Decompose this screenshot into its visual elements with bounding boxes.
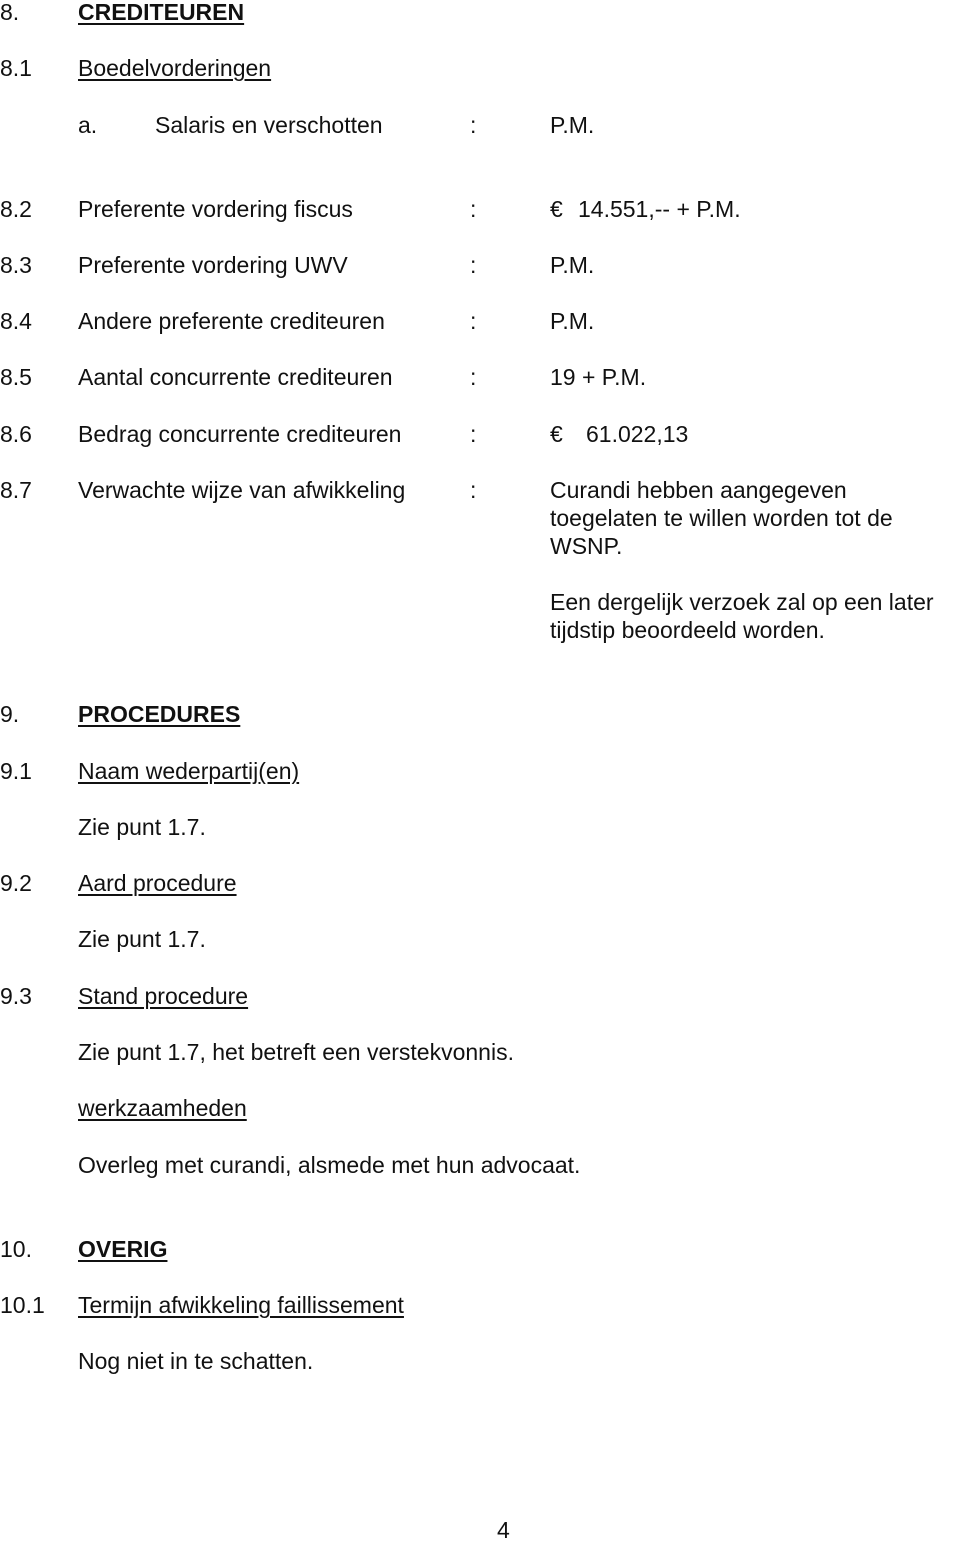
section-10-1-text: Nog niet in te schatten. xyxy=(78,1348,314,1374)
section-8-2-value: 14.551,-- + P.M. xyxy=(578,196,741,222)
section-8-4-number: 8.4 xyxy=(0,308,32,334)
item-a-colon: : xyxy=(470,112,477,138)
section-8-6-number: 8.6 xyxy=(0,421,32,447)
section-8-7-label: Verwachte wijze van afwikkeling xyxy=(78,477,406,503)
section-9-title: PROCEDURES xyxy=(78,701,241,727)
section-8-2-amount: €14.551,-- + P.M. xyxy=(550,195,741,223)
section-8-3-colon: : xyxy=(470,252,477,278)
section-8-7-colon: : xyxy=(470,477,477,503)
section-8-2-number: 8.2 xyxy=(0,196,32,222)
section-8-7-line-1: Curandi hebben aangegeven xyxy=(550,477,847,503)
section-9-1-number: 9.1 xyxy=(0,758,32,784)
section-10-number: 10. xyxy=(0,1236,32,1262)
section-8-6-colon: : xyxy=(470,421,477,447)
section-10-1-title: Termijn afwikkeling faillissement xyxy=(78,1292,404,1318)
section-9-3-text: Zie punt 1.7, het betreft een verstekvon… xyxy=(78,1039,514,1065)
section-9-2-text: Zie punt 1.7. xyxy=(78,926,206,952)
werkzaamheden-title: werkzaamheden xyxy=(78,1095,247,1121)
item-a-label: Salaris en verschotten xyxy=(155,112,383,138)
section-9-3-title: Stand procedure xyxy=(78,983,249,1009)
euro-sign: € xyxy=(550,421,563,447)
section-8-7-line-5: tijdstip beoordeeld worden. xyxy=(550,617,825,643)
section-8-3-number: 8.3 xyxy=(0,252,32,278)
section-8-4-label: Andere preferente crediteuren xyxy=(78,308,385,334)
section-8-4-value: P.M. xyxy=(550,308,595,334)
item-a-marker: a. xyxy=(78,112,98,138)
werkzaamheden-text: Overleg met curandi, alsmede met hun adv… xyxy=(78,1152,581,1178)
section-8-6-amount: €61.022,13 xyxy=(550,420,688,448)
section-8-1-number: 8.1 xyxy=(0,55,32,81)
section-9-1-title: Naam wederpartij(en) xyxy=(78,758,300,784)
section-8-3-label: Preferente vordering UWV xyxy=(78,252,348,278)
section-8-7-line-2: toegelaten te willen worden tot de xyxy=(550,505,893,531)
section-10-title: OVERIG xyxy=(78,1236,168,1262)
section-8-2-label: Preferente vordering fiscus xyxy=(78,196,353,222)
section-9-number: 9. xyxy=(0,701,20,727)
section-8-6-label: Bedrag concurrente crediteuren xyxy=(78,421,402,447)
section-8-2-colon: : xyxy=(470,196,477,222)
item-a-value: P.M. xyxy=(550,112,595,138)
section-8-5-value: 19 + P.M. xyxy=(550,364,647,390)
section-8-6-value: 61.022,13 xyxy=(586,421,689,447)
section-8-3-value: P.M. xyxy=(550,252,595,278)
euro-sign: € xyxy=(550,196,563,222)
section-8-5-colon: : xyxy=(470,364,477,390)
section-8-number: 8. xyxy=(0,0,20,25)
section-8-7-number: 8.7 xyxy=(0,477,32,503)
section-8-5-label: Aantal concurrente crediteuren xyxy=(78,364,393,390)
section-9-1-text: Zie punt 1.7. xyxy=(78,814,206,840)
section-8-7-line-3: WSNP. xyxy=(550,533,623,559)
section-9-2-title: Aard procedure xyxy=(78,870,237,896)
section-8-4-colon: : xyxy=(470,308,477,334)
section-8-5-number: 8.5 xyxy=(0,364,32,390)
section-9-2-number: 9.2 xyxy=(0,870,32,896)
section-10-1-number: 10.1 xyxy=(0,1292,45,1318)
section-8-7-line-4: Een dergelijk verzoek zal op een later xyxy=(550,589,934,615)
section-9-3-number: 9.3 xyxy=(0,983,32,1009)
section-8-title: CREDITEUREN xyxy=(78,0,245,25)
section-8-1-title: Boedelvorderingen xyxy=(78,55,272,81)
